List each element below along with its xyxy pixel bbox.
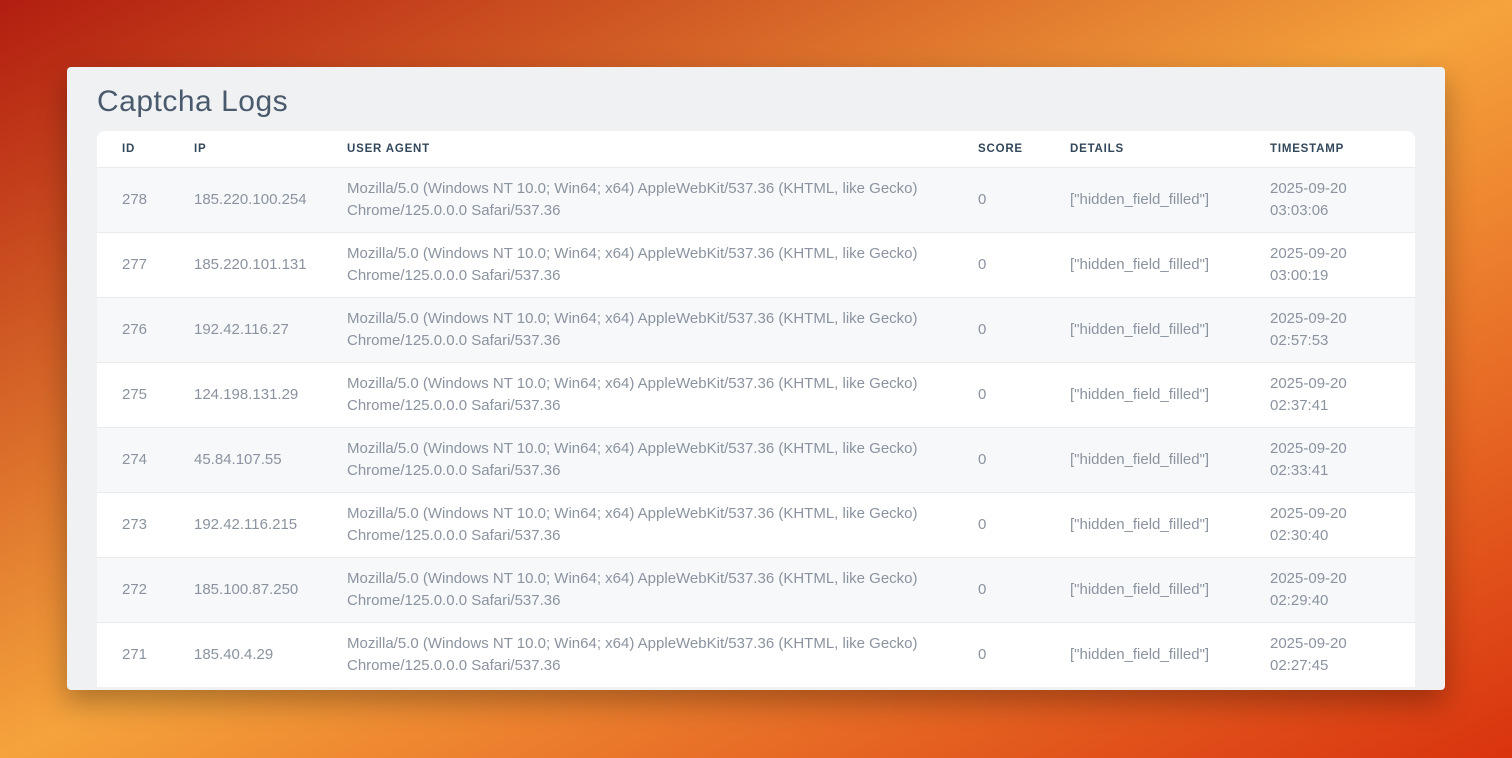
table-row: 272 185.100.87.250 Mozilla/5.0 (Windows … [97, 557, 1415, 622]
cell-details: ["hidden_field_filled"] [1045, 167, 1245, 232]
cell-user-agent: Mozilla/5.0 (Windows NT 10.0; Win64; x64… [322, 622, 953, 687]
cell-user-agent: Mozilla/5.0 (Windows NT 10.0; Win64; x64… [322, 362, 953, 427]
cell-details: ["hidden_field_filled"] [1045, 557, 1245, 622]
cell-details: ["hidden_field_filled"] [1045, 427, 1245, 492]
page-title: Captcha Logs [97, 80, 1415, 123]
table-row: 274 45.84.107.55 Mozilla/5.0 (Windows NT… [97, 427, 1415, 492]
cell-id: 276 [97, 297, 169, 362]
cell-id: 272 [97, 557, 169, 622]
column-header-user-agent: USER AGENT [322, 131, 953, 167]
cell-ip: 185.100.87.250 [169, 557, 322, 622]
cell-timestamp: 2025-09-20 02:30:40 [1245, 492, 1415, 557]
cell-id: 274 [97, 427, 169, 492]
cell-details: ["hidden_field_filled"] [1045, 362, 1245, 427]
cell-ip: 185.40.4.29 [169, 622, 322, 687]
cell-user-agent: Mozilla/5.0 (Windows NT 10.0; Win64; x64… [322, 167, 953, 232]
column-header-timestamp: TIMESTAMP [1245, 131, 1415, 167]
cell-details: ["hidden_field_filled"] [1045, 232, 1245, 297]
cell-ip: 45.84.107.55 [169, 427, 322, 492]
column-header-ip: IP [169, 131, 322, 167]
cell-id: 275 [97, 362, 169, 427]
captcha-logs-card: Captcha Logs ID IP USER AGENT SCORE DETA… [67, 67, 1445, 690]
cell-id: 277 [97, 232, 169, 297]
cell-details: ["hidden_field_filled"] [1045, 622, 1245, 687]
cell-id: 278 [97, 167, 169, 232]
table-row: 277 185.220.101.131 Mozilla/5.0 (Windows… [97, 232, 1415, 297]
table-row: 273 192.42.116.215 Mozilla/5.0 (Windows … [97, 492, 1415, 557]
column-header-id: ID [97, 131, 169, 167]
table-body: 278 185.220.100.254 Mozilla/5.0 (Windows… [97, 167, 1415, 687]
cell-timestamp: 2025-09-20 03:03:06 [1245, 167, 1415, 232]
cell-id: 271 [97, 622, 169, 687]
cell-ip: 185.220.101.131 [169, 232, 322, 297]
cell-score: 0 [953, 232, 1045, 297]
cell-timestamp: 2025-09-20 02:33:41 [1245, 427, 1415, 492]
table-header-row: ID IP USER AGENT SCORE DETAILS TIMESTAMP [97, 131, 1415, 167]
table-row: 276 192.42.116.27 Mozilla/5.0 (Windows N… [97, 297, 1415, 362]
captcha-logs-table: ID IP USER AGENT SCORE DETAILS TIMESTAMP… [97, 131, 1415, 687]
cell-score: 0 [953, 622, 1045, 687]
cell-ip: 124.198.131.29 [169, 362, 322, 427]
column-header-details: DETAILS [1045, 131, 1245, 167]
cell-ip: 185.220.100.254 [169, 167, 322, 232]
cell-id: 273 [97, 492, 169, 557]
cell-score: 0 [953, 492, 1045, 557]
cell-score: 0 [953, 297, 1045, 362]
cell-details: ["hidden_field_filled"] [1045, 492, 1245, 557]
cell-timestamp: 2025-09-20 02:37:41 [1245, 362, 1415, 427]
cell-timestamp: 2025-09-20 03:00:19 [1245, 232, 1415, 297]
cell-ip: 192.42.116.27 [169, 297, 322, 362]
cell-timestamp: 2025-09-20 02:29:40 [1245, 557, 1415, 622]
cell-user-agent: Mozilla/5.0 (Windows NT 10.0; Win64; x64… [322, 557, 953, 622]
column-header-score: SCORE [953, 131, 1045, 167]
table-row: 275 124.198.131.29 Mozilla/5.0 (Windows … [97, 362, 1415, 427]
cell-user-agent: Mozilla/5.0 (Windows NT 10.0; Win64; x64… [322, 297, 953, 362]
cell-score: 0 [953, 427, 1045, 492]
cell-user-agent: Mozilla/5.0 (Windows NT 10.0; Win64; x64… [322, 232, 953, 297]
table-row: 278 185.220.100.254 Mozilla/5.0 (Windows… [97, 167, 1415, 232]
cell-user-agent: Mozilla/5.0 (Windows NT 10.0; Win64; x64… [322, 427, 953, 492]
cell-score: 0 [953, 167, 1045, 232]
table-row: 271 185.40.4.29 Mozilla/5.0 (Windows NT … [97, 622, 1415, 687]
page-background: { "page": { "title": "Captcha Logs" }, "… [0, 0, 1512, 758]
cell-timestamp: 2025-09-20 02:27:45 [1245, 622, 1415, 687]
cell-user-agent: Mozilla/5.0 (Windows NT 10.0; Win64; x64… [322, 492, 953, 557]
cell-details: ["hidden_field_filled"] [1045, 297, 1245, 362]
cell-score: 0 [953, 362, 1045, 427]
cell-ip: 192.42.116.215 [169, 492, 322, 557]
cell-timestamp: 2025-09-20 02:57:53 [1245, 297, 1415, 362]
cell-score: 0 [953, 557, 1045, 622]
